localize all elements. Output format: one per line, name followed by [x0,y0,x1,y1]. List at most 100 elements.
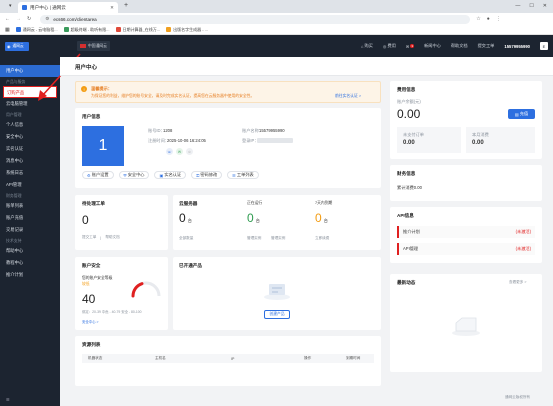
manage-instance-link[interactable]: 管理实例 [247,236,261,241]
finance-stats-title: 财务信息 [397,171,416,176]
account-settings-button[interactable]: ⚙ 账户设置 [82,171,114,179]
user-avatar[interactable]: E [540,42,548,50]
bookmark-item[interactable]: 通网云 - 云电脑租... [15,27,58,33]
warning-icon: ! [81,86,87,92]
sidebar-item[interactable]: 消息中心 [0,155,60,167]
sidebar-item[interactable]: 实名认证 [0,143,60,155]
id-verified-icon: ☺ [186,148,193,155]
servers-expiring-value: 0 [315,211,322,225]
sidebar-item[interactable]: 用户中心 [0,65,60,77]
sidebar-item[interactable]: 订购产品 [3,86,57,98]
sidebar-item[interactable]: 教程中心 [0,257,60,269]
sidebar-item[interactable]: 帮助中心 [0,245,60,257]
nav-news[interactable]: 新闻中心 [424,43,441,49]
maximize-icon[interactable]: ☐ [529,3,533,9]
nav-ticket[interactable]: 提交工单 [478,43,495,49]
close-window-icon[interactable]: ✕ [543,3,547,9]
create-product-button[interactable]: 创建产品 [264,310,290,319]
servers-total-value: 0 [179,211,186,225]
servers-expiring: 0 台 [315,211,328,225]
register-time-label: 注册时间： [148,138,169,143]
lock-icon: ⚿ [196,172,200,178]
bookmark-favicon-icon [63,27,69,32]
sidebar-item[interactable]: API管理 [0,179,60,191]
api-row-referral[interactable]: 推介计划 (未激活) [397,226,535,238]
divider: | [100,235,102,240]
sidebar: 用户中心产品与服务订购产品 云电脑管理用户管理个人信息 安全中心 实名认证 消息中心 系统… [0,57,60,393]
bookmark-favicon-icon [166,27,172,32]
sidebar-item[interactable]: 账户充值 [0,212,60,224]
sidebar-item[interactable]: 推介计划 [0,269,60,281]
site-info-icon[interactable]: ⚙ [45,16,49,22]
servers-expiring-unit: 台 [323,218,328,223]
realname-verify-button[interactable]: ▣ 实名认证 [154,171,187,179]
bookmark-item[interactable]: 日期计算器_在线万... [115,27,160,33]
password-change-button[interactable]: ⚿ 密码修改 [191,171,223,179]
security-center-link[interactable]: 安全中心 > [82,319,98,324]
bookmark-item[interactable]: 超级终端 - 助听有限... [63,27,110,33]
sidebar-item[interactable]: 个人信息 [0,119,60,131]
help-docs-link[interactable]: 帮助文档 [105,235,119,240]
ticket-list-button[interactable]: ☰ 工单列表 [227,171,259,179]
user-phone[interactable]: 15579955990 [504,44,530,49]
url-field[interactable]: ⚙ ecs66.com/clientarea [40,14,471,24]
notification-button[interactable]: ✉ 3 [406,44,415,49]
servers-running-unit: 台 [255,218,260,223]
security-score: 40 [82,292,96,306]
sidebar-item[interactable]: 交易记录 [0,224,60,236]
consume-value: 0.00 [472,140,484,146]
sidebar-item[interactable]: 安全中心 [0,131,60,143]
renew-link[interactable]: 立即续费 [315,236,329,241]
user-action-buttons: ⚙ 账户设置 ⛨ 安全中心 ▣ 实名认证 ⚿ 密码修改 ☰ 工单列表 [82,171,259,179]
forward-icon[interactable]: → [16,16,21,22]
reload-icon[interactable]: ↻ [27,16,31,22]
consume-label: 本月消费 [472,132,489,137]
list-icon: ☰ [232,172,236,178]
sidebar-item[interactable]: 系统日志 [0,167,60,179]
bookmark-star-icon[interactable]: ☆ [476,16,480,22]
apps-icon[interactable]: ▦ [5,27,10,33]
logo-icon: ◉ [7,44,11,49]
logo[interactable]: ◉ 通网云 [5,41,29,51]
register-time: 2025-10-06 16:24:05 [167,138,206,143]
notice-title: 温馨提示： [91,86,112,91]
sidebar-item[interactable]: 云电脑管理 [0,98,60,110]
collapse-sidebar-icon[interactable]: ☰ [6,397,10,402]
nav-fees[interactable]: ◎ 费用 [383,43,396,49]
shield-icon: ⛨ [123,172,127,178]
verify-link[interactable]: 前往实名认证 > [335,94,361,99]
close-tab-icon[interactable]: ✕ [110,5,114,11]
col-ip: IP [231,356,235,361]
header-nav: ⌂ 购买 ◎ 费用 ✉ 3 新闻中心 帮助文档 提交工单 15579955990 E [361,42,553,50]
tab-search-icon[interactable]: ▾ [9,3,12,9]
manage-instance-link-2[interactable]: 管理实例 [271,236,285,241]
servers-total-unit: 台 [187,218,192,223]
region-selector[interactable]: 中国通网云 [77,41,110,51]
sidebar-group-label: 用户管理 [6,112,22,117]
browser-tab[interactable]: 用户中心 | 通网云 ✕ [18,2,118,13]
nav-help[interactable]: 帮助文档 [451,43,468,49]
empty-state-icon [452,317,480,336]
new-tab-icon[interactable]: + [124,2,128,9]
view-more-link[interactable]: 查看更多 > [509,280,526,285]
bookmark-item[interactable]: 出版名字生成器 - ... [166,27,208,33]
security-desc: 您的账户安全等级 [82,276,113,280]
api-row-management[interactable]: API管理 (未激活) [397,243,535,255]
browser-menu-icon[interactable]: ⋮ [496,16,501,22]
sidebar-group-label: 产品与服务 [6,79,26,84]
nav-buy[interactable]: ⌂ 购买 [361,43,373,49]
servers-total: 0 台 [179,211,192,225]
back-icon[interactable]: ← [5,16,10,22]
recharge-button[interactable]: ▤ 充值 [508,109,535,119]
security-center-button[interactable]: ⛨ 安全中心 [118,171,150,179]
profile-icon[interactable]: ● [487,16,490,22]
finance-stats-card: 财务信息 累计消费0.00 [390,165,542,201]
login-ip-redacted [257,138,293,143]
settings-icon: ⚙ [87,172,91,178]
minimize-icon[interactable]: — [515,3,520,9]
user-info-title: 用户信息 [82,114,101,119]
servers-running-value: 0 [247,211,254,225]
submit-ticket-link[interactable]: 提交工单 [82,235,96,240]
sidebar-item[interactable]: 账单列表 [0,200,60,212]
servers-title: 云服务器 [179,201,198,206]
